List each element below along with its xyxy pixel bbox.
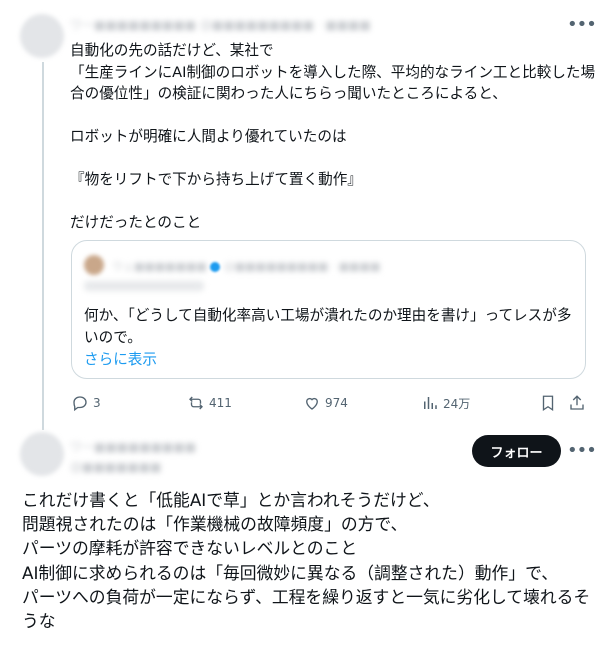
author-header: ワー■■■■■■■■■ @■■■■■■■ (70, 437, 196, 477)
views-button[interactable]: 24万 (421, 394, 470, 412)
quote-author-meta: @■■■■■■■■■ · ■■■■ (223, 260, 381, 273)
quote-author-header: ウェ■■■■■■■ @■■■■■■■■■ · ■■■■ (112, 258, 380, 274)
action-bar: 3 411 974 24万 (71, 393, 587, 413)
share-button[interactable] (568, 394, 586, 412)
show-more-link[interactable]: さらに表示 (84, 348, 157, 369)
quote-text: 何か、「どうして自動化率高い工場が潰れたのか理由を書け」ってレスが多いので。 (84, 307, 572, 346)
author-name[interactable]: ワー■■■■■■■■■ (70, 437, 196, 457)
more-dots-icon[interactable]: ••• (567, 442, 597, 464)
quote-author-name: ウェ■■■■■■■ (112, 260, 207, 273)
tweet-text: 自動化の先の話だけど、某社で 「生産ラインにAI制御のロボットを導入した際、平均… (70, 42, 596, 231)
retweet-button[interactable]: 411 (187, 394, 232, 412)
author-header: ワー■■■■■■■■■ @■■■■■■■■■ · ■■■■ (70, 16, 371, 33)
reply-icon (71, 394, 89, 412)
author-meta: @■■■■■■■■■ · ■■■■ (199, 18, 371, 32)
views-count: 24万 (443, 396, 471, 411)
retweet-icon (187, 394, 205, 412)
quote-tweet-card[interactable]: ウェ■■■■■■■ @■■■■■■■■■ · ■■■■ 何か、「どうして自動化率… (71, 240, 586, 379)
share-icon (568, 394, 586, 412)
quote-blurred-line (84, 281, 204, 291)
quote-avatar (84, 255, 104, 275)
bookmark-icon (539, 394, 557, 412)
like-button[interactable]: 974 (303, 394, 348, 412)
author-meta: @■■■■■■■ (70, 460, 162, 474)
thread-line (42, 62, 44, 430)
bookmark-button[interactable] (539, 394, 557, 412)
avatar[interactable] (20, 14, 64, 58)
heart-icon (303, 394, 321, 412)
more-dots-icon[interactable]: ••• (567, 16, 597, 38)
follow-button[interactable]: フォロー (472, 435, 561, 467)
retweet-count: 411 (209, 396, 232, 410)
author-name[interactable]: ワー■■■■■■■■■ (70, 18, 196, 32)
verified-icon (210, 262, 221, 272)
like-count: 974 (325, 396, 348, 410)
reply-button[interactable]: 3 (71, 394, 101, 412)
views-chart-icon (421, 394, 439, 412)
tweet-text: これだけ書くと「低能AIで草」とか言われそうだけど、 問題視されたのは「作業機械… (22, 490, 591, 632)
reply-count: 3 (93, 396, 101, 410)
avatar[interactable] (20, 432, 64, 476)
